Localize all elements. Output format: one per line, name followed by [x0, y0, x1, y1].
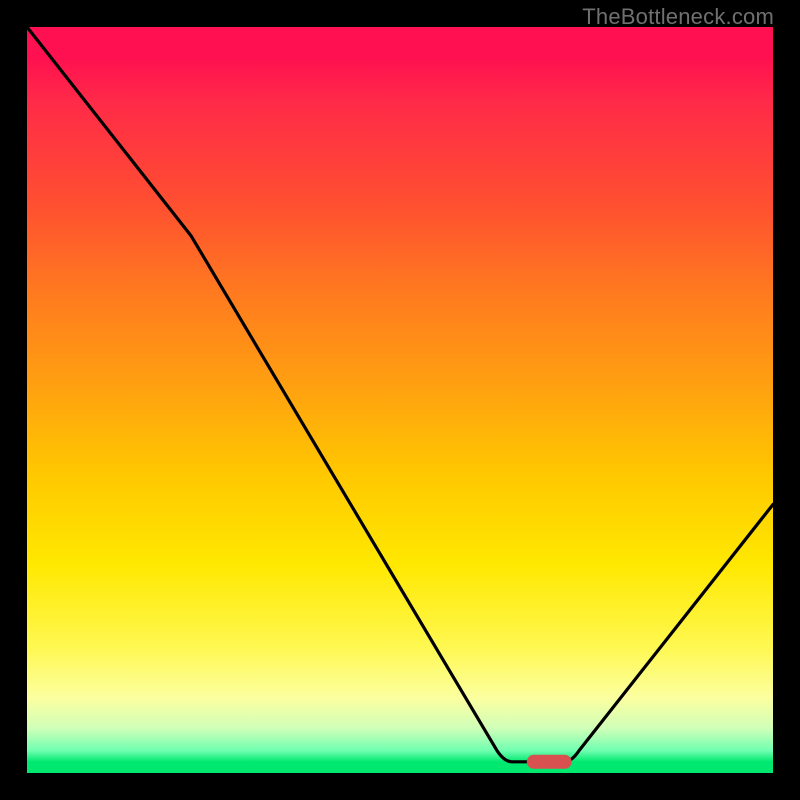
optimal-marker [527, 755, 572, 769]
bottleneck-curve [27, 27, 773, 762]
chart-svg [27, 27, 773, 773]
plot-area [27, 27, 773, 773]
